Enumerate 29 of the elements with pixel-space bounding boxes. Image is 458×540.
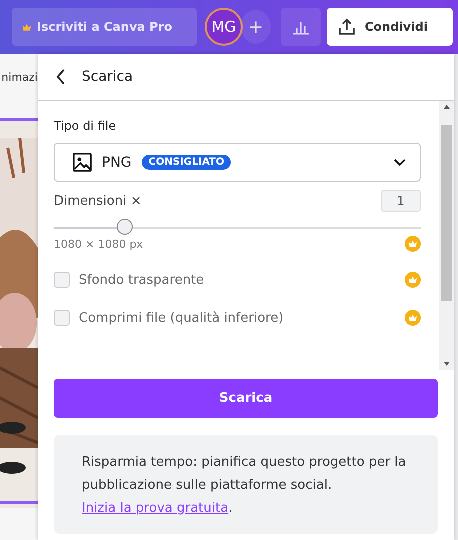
checkbox[interactable] — [54, 310, 70, 326]
checkbox[interactable] — [54, 272, 70, 288]
upgrade-button[interactable]: Iscriviti a Canva Pro — [12, 8, 197, 46]
image-icon — [73, 153, 92, 172]
option-label: Sfondo trasparente — [79, 272, 206, 288]
tab-label[interactable]: nimazi — [0, 54, 38, 100]
slider-thumb[interactable] — [117, 219, 134, 235]
add-button[interactable]: + — [241, 10, 271, 44]
size-reading: 1080 × 1080 px — [54, 238, 144, 250]
back-icon — [56, 69, 66, 85]
size-label: Dimensioni × — [54, 194, 142, 208]
avatar[interactable]: MG — [205, 8, 243, 46]
size-input[interactable]: 1 — [381, 190, 421, 212]
download-button[interactable]: Scarica — [54, 379, 438, 418]
promo-text: Risparmia tempo: pianifica questo progetto per la pubblicazione sulle piattaforme social. Inizia la prova gratuita. — [82, 454, 408, 518]
share-button[interactable]: Condividi — [327, 8, 453, 46]
panel-title: Scarica — [82, 69, 134, 85]
field-label: Tipo di file — [54, 119, 118, 133]
chevron-down-icon — [394, 158, 406, 166]
scrollbar[interactable] — [439, 101, 454, 370]
upload-icon — [337, 17, 357, 37]
option-label: Comprimi file (qualità inferiore) — [79, 310, 285, 326]
file-type-dropdown[interactable]: PNG CONSIGLIATO — [54, 143, 421, 182]
size-slider[interactable] — [54, 219, 421, 237]
bar-chart-icon — [292, 19, 310, 35]
crown-icon — [22, 22, 32, 32]
recommended-badge: CONSIGLIATO — [142, 155, 232, 170]
free-trial-link[interactable]: Inizia la prova gratuita — [82, 501, 229, 516]
insights-button[interactable] — [281, 8, 321, 46]
